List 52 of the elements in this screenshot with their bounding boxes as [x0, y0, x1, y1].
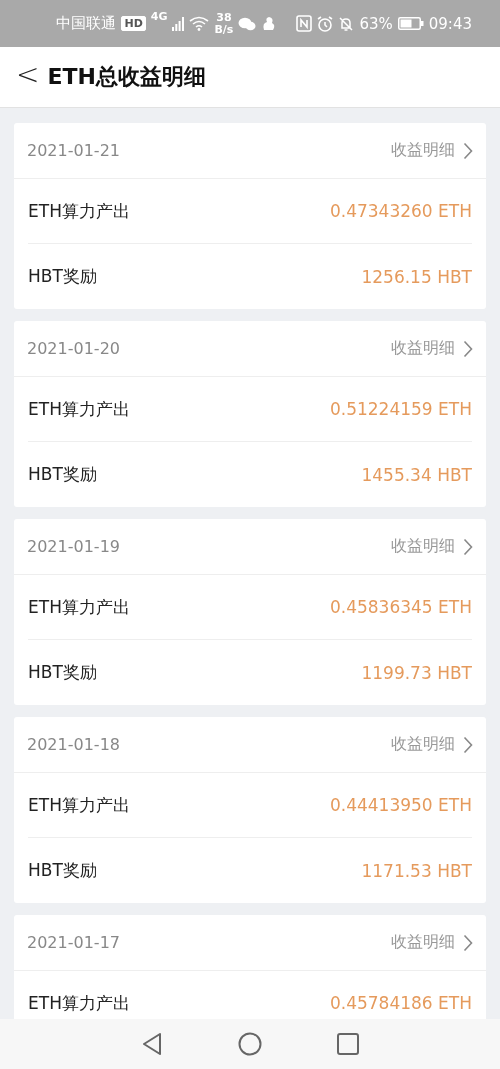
income-amount: 0.51224159 ETH	[329, 399, 472, 419]
chevron-right-icon	[463, 537, 473, 556]
income-amount: 1455.34 HBT	[361, 464, 472, 485]
chat-icon	[238, 16, 257, 31]
home-button[interactable]	[238, 1032, 262, 1056]
income-amount: 1199.73 HBT	[361, 662, 472, 683]
income-label: HBT奖励	[28, 661, 97, 684]
income-label: ETH算力产出	[28, 793, 130, 817]
chevron-right-icon	[463, 141, 473, 160]
income-amount: 0.45836345 ETH	[329, 597, 472, 617]
signal-icon	[172, 16, 185, 31]
back-button[interactable]	[141, 1032, 163, 1056]
income-label: ETH算力产出	[28, 991, 130, 1015]
income-label: ETH算力产出	[28, 397, 130, 421]
record-date: 2021-01-17	[27, 933, 120, 952]
income-label: ETH算力产出	[28, 595, 130, 619]
clock-time: 09:43	[428, 14, 472, 33]
income-label: HBT奖励	[28, 859, 97, 882]
speed-unit: B/s	[214, 23, 234, 36]
recents-button[interactable]	[337, 1033, 359, 1055]
income-label: ETH算力产出	[28, 199, 130, 223]
chevron-right-icon	[463, 933, 473, 952]
record-date: 2021-01-19	[27, 537, 120, 556]
page-title: ETH总收益明细	[47, 63, 206, 91]
network-speed: 38	[216, 11, 232, 24]
network-type: 4G	[150, 10, 168, 23]
muted-bell-icon	[338, 15, 355, 32]
income-amount: 0.47343260 ETH	[329, 201, 472, 221]
detail-link[interactable]: 收益明细	[391, 338, 473, 359]
nfc-icon	[296, 15, 313, 32]
battery-icon	[397, 17, 424, 30]
wifi-icon	[189, 16, 210, 31]
detail-link[interactable]: 收益明细	[391, 140, 473, 161]
battery-percent: 63%	[359, 14, 393, 33]
income-amount: 1171.53 HBT	[361, 860, 472, 881]
income-amount: 0.44413950 ETH	[329, 795, 472, 815]
record-date: 2021-01-20	[27, 339, 120, 358]
carrier-name: 中国联通	[56, 14, 117, 33]
hd-badge: HD	[121, 16, 146, 31]
income-label: HBT奖励	[28, 463, 97, 486]
detail-link[interactable]: 收益明细	[391, 734, 473, 755]
chevron-right-icon	[463, 735, 473, 754]
income-amount: 1256.15 HBT	[361, 266, 472, 287]
record-date: 2021-01-21	[27, 141, 120, 160]
income-amount: 0.45784186 ETH	[329, 993, 472, 1013]
back-button[interactable]: <	[0, 61, 48, 93]
alarm-icon	[317, 15, 334, 32]
detail-link[interactable]: 收益明细	[391, 536, 473, 557]
detail-link[interactable]: 收益明细	[391, 932, 473, 953]
record-date: 2021-01-18	[27, 735, 120, 754]
chevron-right-icon	[463, 339, 473, 358]
income-label: HBT奖励	[28, 265, 97, 288]
